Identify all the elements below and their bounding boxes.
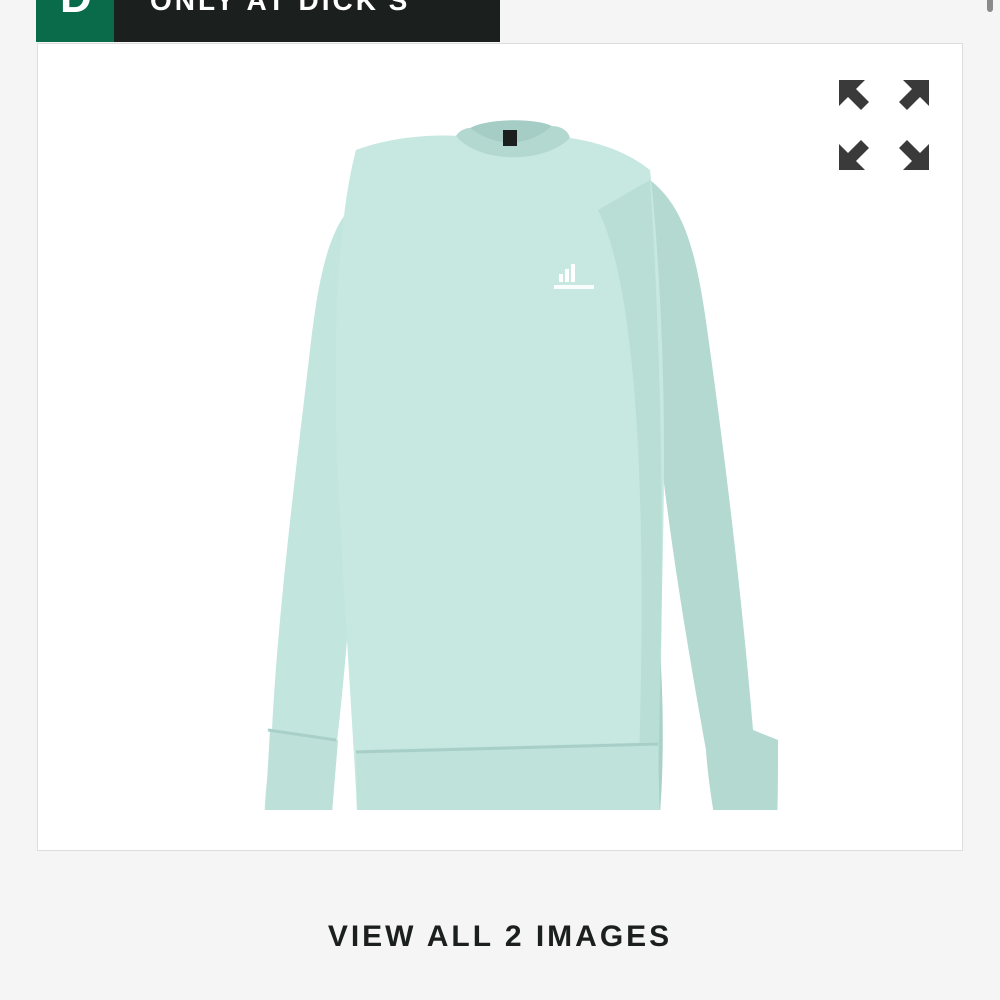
product-image-frame[interactable] [37,43,963,851]
dicks-logo-letter: D [60,0,92,20]
scrollbar-thumb[interactable] [987,0,993,12]
exclusive-banner: D ONLY AT DICK'S [36,0,500,42]
neck-label [503,130,517,146]
expand-image-button[interactable] [837,78,931,172]
exclusive-banner-text: ONLY AT DICK'S [150,0,411,16]
sweatshirt-right-sleeve [650,180,778,810]
expand-arrows-icon [839,80,929,170]
dicks-logo: D [36,0,114,42]
view-all-images-link[interactable]: VIEW ALL 2 IMAGES [0,920,1000,954]
product-image[interactable] [218,90,818,810]
sweatshirt-left-cuff [265,730,338,810]
